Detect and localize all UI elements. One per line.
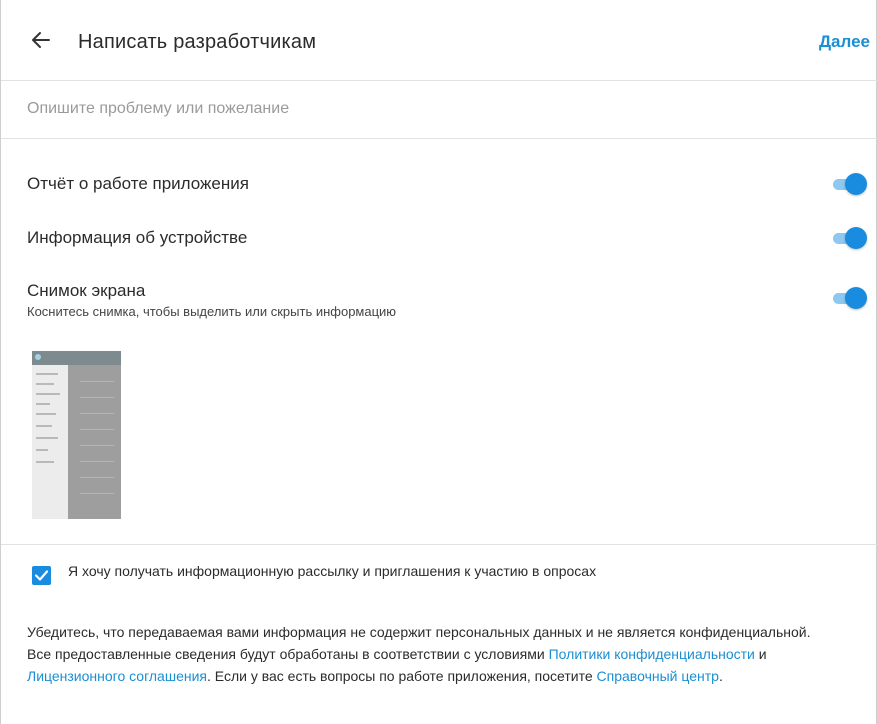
toggle-thumb bbox=[845, 173, 867, 195]
thumbnail-line bbox=[36, 383, 54, 385]
thumbnail-line bbox=[36, 373, 58, 375]
thumbnail-line bbox=[80, 493, 114, 494]
thumbnail-line bbox=[36, 413, 56, 415]
notice-text: . bbox=[718, 668, 723, 684]
feedback-screen: Написать разработчикам Далее Отчёт о раб… bbox=[0, 0, 877, 724]
back-arrow-icon[interactable] bbox=[31, 30, 51, 50]
thumbnail-line bbox=[36, 449, 48, 451]
thumbnail-line bbox=[36, 425, 52, 427]
screenshot-label: Снимок экрана bbox=[27, 281, 146, 300]
thumbnail-line bbox=[36, 393, 60, 395]
toggle-thumb bbox=[845, 287, 867, 309]
screenshot-thumbnail[interactable] bbox=[32, 351, 121, 519]
newsletter-label: Я хочу получать информационную рассылку … bbox=[68, 563, 597, 579]
thumbnail-line bbox=[36, 403, 50, 405]
thumbnail-line bbox=[80, 397, 114, 398]
thumbnail-line bbox=[80, 413, 114, 414]
thumbnail-topbar bbox=[32, 351, 121, 365]
newsletter-checkbox[interactable] bbox=[32, 566, 51, 585]
privacy-policy-link[interactable]: Политики конфиденциальности bbox=[549, 646, 755, 662]
thumbnail-line bbox=[80, 445, 114, 446]
app-report-label: Отчёт о работе приложения bbox=[27, 174, 249, 193]
checkmark-icon bbox=[34, 570, 49, 581]
notice-text: и bbox=[754, 646, 767, 662]
notice-text: . Если у вас есть вопросы по работе прил… bbox=[206, 668, 597, 684]
thumbnail-sidebar bbox=[32, 351, 68, 519]
device-info-toggle[interactable] bbox=[831, 226, 867, 250]
thumbnail-dot bbox=[35, 354, 41, 360]
toggle-thumb bbox=[845, 227, 867, 249]
screenshot-hint: Коснитесь снимка, чтобы выделить или скр… bbox=[27, 304, 397, 319]
privacy-notice: Убедитесь, что передаваемая вами информа… bbox=[27, 621, 837, 687]
thumbnail-line bbox=[80, 429, 114, 430]
app-report-toggle[interactable] bbox=[831, 172, 867, 196]
help-center-link[interactable]: Справочный центр bbox=[597, 668, 719, 684]
thumbnail-line bbox=[80, 461, 114, 462]
thumbnail-line bbox=[36, 461, 54, 463]
next-button[interactable]: Далее bbox=[819, 32, 870, 52]
screenshot-toggle[interactable] bbox=[831, 286, 867, 310]
description-input[interactable] bbox=[27, 94, 847, 124]
license-agreement-link[interactable]: Лицензионного соглашения bbox=[27, 668, 207, 684]
description-row bbox=[1, 80, 877, 139]
page-title: Написать разработчикам bbox=[78, 31, 317, 53]
thumbnail-line bbox=[36, 437, 58, 439]
thumbnail-line bbox=[80, 381, 114, 382]
section-divider bbox=[1, 544, 877, 545]
app-header: Написать разработчикам Далее bbox=[1, 0, 877, 81]
device-info-label: Информация об устройстве bbox=[27, 228, 248, 247]
thumbnail-line bbox=[80, 477, 114, 478]
